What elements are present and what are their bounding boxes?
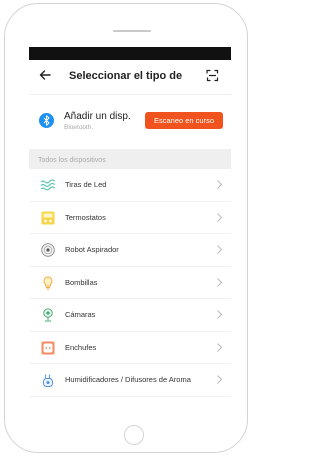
device-label: Humidificadores / Difusores de Aroma: [65, 375, 191, 384]
add-device-subtitle: Bluetooth.: [64, 124, 94, 131]
app-screen: Seleccionar el tipo de Añadir un disp. B…: [29, 47, 231, 405]
chevron-right-icon: [217, 245, 223, 254]
device-item-thermostats[interactable]: Termostatos: [29, 202, 231, 234]
phone-speaker: [113, 30, 151, 32]
header: Seleccionar el tipo de: [29, 60, 231, 95]
home-button[interactable]: [124, 425, 144, 445]
device-label: Robot Aspirador: [65, 245, 119, 254]
humidifier-icon: [43, 374, 53, 387]
device-item-bulbs[interactable]: Bombillas: [29, 267, 231, 299]
device-list: Tiras de Led Termostatos Robot Aspirador: [29, 169, 231, 397]
chevron-right-icon: [217, 375, 223, 384]
device-item-plugs[interactable]: Enchufes: [29, 332, 231, 364]
scan-icon[interactable]: [206, 69, 219, 82]
chevron-right-icon: [217, 310, 223, 319]
device-item-robot-vacuum[interactable]: Robot Aspirador: [29, 234, 231, 267]
device-label: Tiras de Led: [65, 180, 107, 189]
device-label: Termostatos: [65, 212, 106, 222]
chevron-right-icon: [217, 277, 223, 287]
robot-vacuum-icon: [41, 243, 55, 257]
device-item-led-strips[interactable]: Tiras de Led: [29, 169, 231, 202]
bluetooth-icon: [39, 113, 54, 128]
thermostat-icon: [41, 211, 55, 224]
device-item-humidifiers[interactable]: Humidificadores / Difusores de Aroma: [29, 364, 231, 397]
device-label: Bombillas: [65, 277, 98, 287]
device-item-cameras[interactable]: Cámaras: [29, 299, 231, 332]
chevron-right-icon: [217, 180, 223, 189]
bluetooth-add-device: Añadir un disp. Bluetooth. Escaneo en cu…: [29, 93, 231, 145]
scanning-button[interactable]: Escaneo en curso: [145, 112, 223, 129]
status-bar: [29, 47, 231, 60]
add-device-title: Añadir un disp.: [64, 111, 131, 122]
light-bulb-icon: [43, 276, 53, 289]
back-arrow-icon[interactable]: [38, 68, 52, 82]
camera-icon: [43, 308, 53, 322]
plug-icon: [41, 341, 55, 354]
page-title: Seleccionar el tipo de: [69, 70, 183, 82]
chevron-right-icon: [217, 342, 223, 352]
chevron-right-icon: [217, 212, 223, 222]
section-header: Todos los dispositivos: [29, 149, 231, 169]
device-label: Enchufes: [65, 342, 97, 352]
led-strip-icon: [41, 179, 55, 191]
device-label: Cámaras: [65, 310, 96, 319]
